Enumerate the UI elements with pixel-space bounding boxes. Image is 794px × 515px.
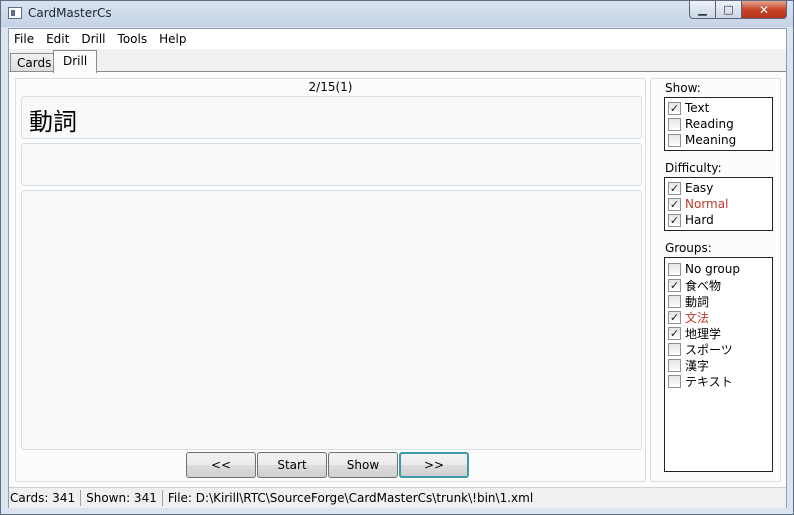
status-file-path: File: D:\Kirill\RTC\SourceForge\CardMast… bbox=[167, 491, 534, 505]
checkbox-icon: ✓ bbox=[668, 326, 681, 340]
prev-button[interactable]: << bbox=[186, 452, 256, 478]
tab-strip: Cards Drill bbox=[9, 50, 786, 73]
card-text-box: 動詞 bbox=[21, 96, 642, 139]
checkbox-icon bbox=[668, 262, 681, 276]
difficulty-easy-checkbox[interactable]: ✓ Easy bbox=[668, 180, 713, 196]
caption-buttons: ▁ □ ✕ bbox=[689, 1, 787, 20]
show-text-checkbox[interactable]: ✓ Text bbox=[668, 100, 709, 116]
options-panel: Show: ✓ Text Reading Meaning Difficulty:… bbox=[650, 78, 781, 482]
checkbox-icon bbox=[668, 117, 681, 131]
checkbox-icon: ✓ bbox=[668, 181, 681, 195]
difficulty-group-label: Difficulty: bbox=[665, 161, 722, 175]
checkbox-icon bbox=[668, 294, 681, 308]
group-verbs-checkbox[interactable]: 動詞 bbox=[668, 293, 709, 309]
checkbox-icon: ✓ bbox=[668, 197, 681, 211]
show-group-label: Show: bbox=[665, 81, 701, 95]
checkbox-icon: ✓ bbox=[668, 213, 681, 227]
minimize-button[interactable]: ▁ bbox=[689, 1, 716, 19]
maximize-button[interactable]: □ bbox=[716, 1, 742, 19]
tab-cards[interactable]: Cards bbox=[10, 53, 59, 72]
groups-group-label: Groups: bbox=[665, 241, 712, 255]
group-geography-checkbox[interactable]: ✓ 地理学 bbox=[668, 325, 721, 341]
status-cards-count: Cards: 341 bbox=[9, 490, 82, 506]
groups-list[interactable]: No group ✓ 食べ物 動詞 ✓ 文法 ✓ 地理学 スポーツ 漢字 テキス… bbox=[664, 257, 773, 472]
status-bar: Cards: 341 Shown: 341 File: D:\Kirill\RT… bbox=[9, 487, 786, 508]
group-text-checkbox[interactable]: テキスト bbox=[668, 373, 733, 389]
app-window: CardMasterCs ▁ □ ✕ File Edit Drill Tools… bbox=[0, 0, 794, 515]
app-icon[interactable] bbox=[8, 7, 22, 19]
client-area: File Edit Drill Tools Help Cards Drill 2… bbox=[8, 28, 787, 508]
menu-file[interactable]: File bbox=[9, 29, 40, 49]
window-title: CardMasterCs bbox=[28, 6, 112, 20]
next-button[interactable]: >> bbox=[399, 452, 469, 478]
menu-drill[interactable]: Drill bbox=[75, 29, 111, 49]
checkbox-icon bbox=[668, 374, 681, 388]
drill-tab-panel: 2/15(1) 動詞 << Start Show >> Show: ✓ Text… bbox=[9, 71, 786, 487]
start-button[interactable]: Start bbox=[257, 452, 327, 478]
card-reading-box bbox=[21, 143, 642, 186]
checkbox-icon bbox=[668, 358, 681, 372]
group-food-checkbox[interactable]: ✓ 食べ物 bbox=[668, 277, 721, 293]
checkbox-icon: ✓ bbox=[668, 310, 681, 324]
title-bar[interactable]: CardMasterCs ▁ □ ✕ bbox=[1, 1, 793, 27]
checkbox-icon: ✓ bbox=[668, 278, 681, 292]
group-no-group-checkbox[interactable]: No group bbox=[668, 261, 740, 277]
card-text: 動詞 bbox=[29, 108, 77, 136]
group-kanji-checkbox[interactable]: 漢字 bbox=[668, 357, 709, 373]
close-button[interactable]: ✕ bbox=[742, 1, 787, 19]
difficulty-group: ✓ Easy ✓ Normal ✓ Hard bbox=[664, 177, 773, 231]
checkbox-icon: ✓ bbox=[668, 101, 681, 115]
menu-edit[interactable]: Edit bbox=[40, 29, 75, 49]
checkbox-icon bbox=[668, 133, 681, 147]
card-meaning-box bbox=[21, 190, 642, 450]
group-grammar-checkbox[interactable]: ✓ 文法 bbox=[668, 309, 709, 325]
group-sports-checkbox[interactable]: スポーツ bbox=[668, 341, 733, 357]
status-shown-count: Shown: 341 bbox=[81, 490, 163, 506]
menu-tools[interactable]: Tools bbox=[112, 29, 154, 49]
menu-help[interactable]: Help bbox=[153, 29, 192, 49]
difficulty-normal-checkbox[interactable]: ✓ Normal bbox=[668, 196, 728, 212]
menu-bar: File Edit Drill Tools Help bbox=[9, 29, 786, 49]
tab-drill[interactable]: Drill bbox=[53, 50, 98, 73]
drill-button-row: << Start Show >> bbox=[186, 452, 470, 478]
card-counter: 2/15(1) bbox=[308, 80, 353, 94]
show-group: ✓ Text Reading Meaning bbox=[664, 97, 773, 151]
checkbox-icon bbox=[668, 342, 681, 356]
show-meaning-checkbox[interactable]: Meaning bbox=[668, 132, 736, 148]
show-reading-checkbox[interactable]: Reading bbox=[668, 116, 734, 132]
difficulty-hard-checkbox[interactable]: ✓ Hard bbox=[668, 212, 714, 228]
drill-area: 2/15(1) 動詞 << Start Show >> bbox=[15, 78, 646, 482]
show-button[interactable]: Show bbox=[328, 452, 398, 478]
